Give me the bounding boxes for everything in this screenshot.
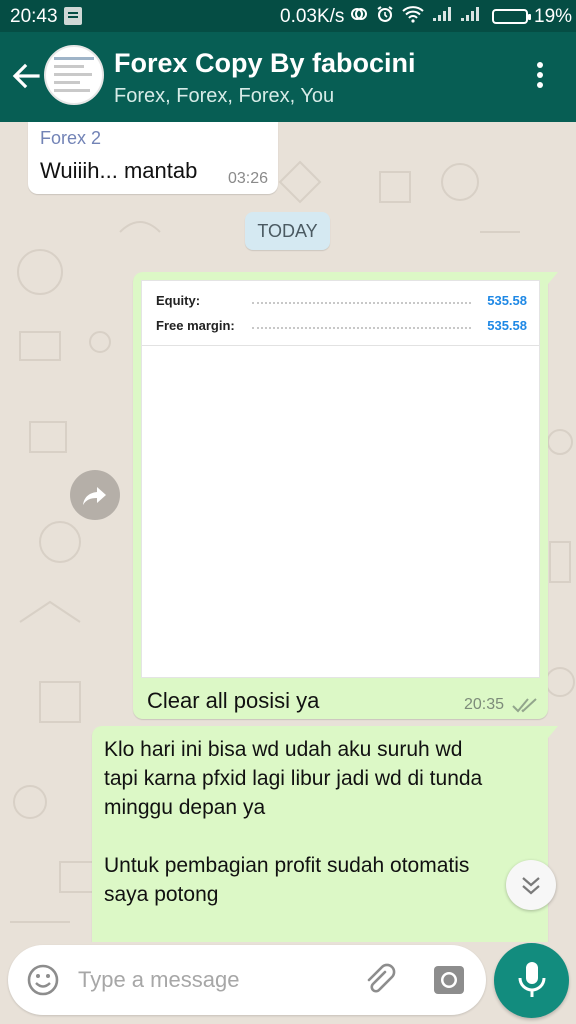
forward-button[interactable] [70, 470, 120, 520]
message-line: minggu depan ya [104, 796, 266, 819]
group-avatar[interactable] [44, 45, 104, 105]
status-time: 20:43 [10, 6, 58, 27]
message-time: 20:35 [464, 696, 505, 713]
signal-icon [433, 7, 451, 21]
chevron-down-icon [522, 877, 540, 895]
equity-value: 535.58 [487, 293, 527, 308]
scroll-to-bottom-button[interactable] [506, 860, 556, 910]
chat-title[interactable]: Forex Copy By fabocini [114, 48, 416, 79]
message-line: tapi karna pfxid lagi libur jadi wd di t… [104, 767, 483, 790]
message-line: Klo hari ini bisa wd udah aku suruh wd [104, 738, 463, 761]
mic-icon [518, 962, 546, 997]
sync-icon [351, 8, 367, 20]
message-input[interactable] [78, 963, 348, 997]
attach-icon[interactable] [361, 962, 397, 998]
chat-area[interactable]: Forex 2 Wuiiih... mantab 03:26 TODAY Equ… [0, 122, 576, 942]
network-speed: 0.03K/s [280, 6, 345, 27]
battery-percent: 19% [534, 6, 573, 27]
chat-header: Forex Copy By fabocini Forex, Forex, For… [0, 32, 576, 122]
free-margin-label: Free margin: [156, 318, 235, 333]
status-icons [350, 5, 480, 23]
status-bar: 20:43 0.03K/s 19% [0, 0, 576, 32]
wifi-icon [402, 6, 424, 23]
battery-icon [492, 9, 531, 24]
alarm-icon [377, 6, 393, 22]
back-arrow-icon[interactable] [10, 60, 42, 92]
date-divider: TODAY [245, 212, 330, 250]
emoji-icon[interactable] [26, 963, 60, 997]
forward-icon [83, 487, 106, 505]
divider [142, 345, 539, 346]
equity-label: Equity: [156, 293, 201, 308]
message-text: Wuiiih... mantab [40, 158, 198, 183]
double-check-icon [512, 698, 537, 713]
more-vert-icon[interactable] [530, 62, 550, 92]
message-composer[interactable] [8, 945, 486, 1015]
camera-icon[interactable] [432, 963, 466, 997]
message-line: Untuk pembagian profit sudah otomatis [104, 854, 470, 877]
free-margin-value: 535.58 [487, 318, 527, 333]
message-line: saya potong [104, 883, 219, 906]
image-message[interactable]: Equity: 535.58 Free margin: 535.58 Clear… [133, 272, 558, 719]
incoming-message[interactable]: Forex 2 Wuiiih... mantab 03:26 [28, 122, 278, 194]
screenshot-image[interactable]: Equity: 535.58 Free margin: 535.58 [141, 280, 540, 678]
sender-name[interactable]: Forex 2 [40, 128, 101, 149]
message-time: 03:26 [227, 170, 268, 187]
free-margin-row: Free margin: 535.58 [156, 318, 527, 338]
voice-record-button[interactable] [494, 943, 569, 1018]
notification-icon [64, 7, 82, 25]
outgoing-text-message[interactable]: Klo hari ini bisa wd udah aku suruh wd t… [92, 726, 558, 942]
chat-participants[interactable]: Forex, Forex, Forex, You [114, 85, 334, 108]
image-caption: Clear all posisi ya [147, 688, 320, 713]
signal-icon-2 [461, 7, 479, 21]
equity-row: Equity: 535.58 [156, 293, 527, 313]
